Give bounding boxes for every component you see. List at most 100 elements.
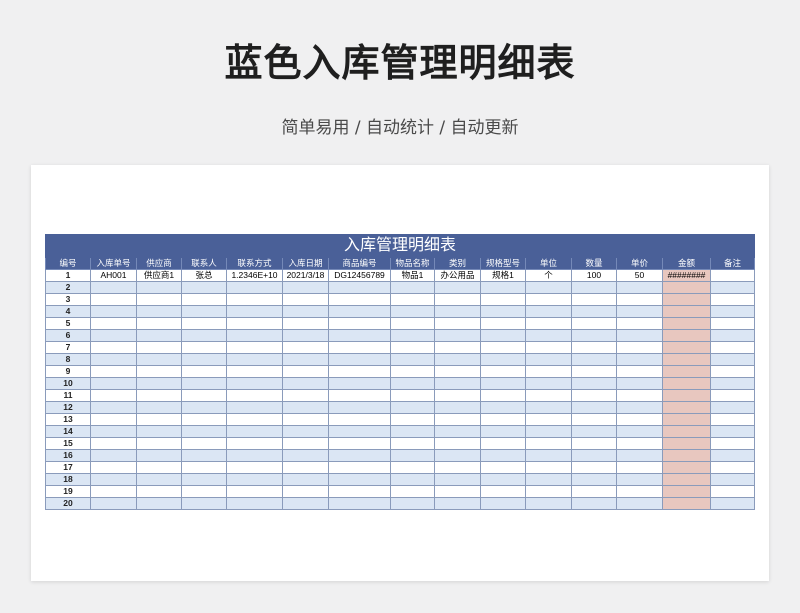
- table-cell[interactable]: [282, 281, 329, 294]
- table-cell[interactable]: [90, 437, 137, 450]
- table-cell[interactable]: [136, 389, 182, 402]
- table-cell[interactable]: [136, 401, 182, 414]
- row-number-cell[interactable]: 10: [45, 377, 91, 390]
- table-cell[interactable]: [136, 317, 182, 330]
- table-cell[interactable]: [181, 353, 227, 366]
- table-cell[interactable]: [434, 353, 481, 366]
- table-cell[interactable]: [226, 365, 283, 378]
- table-cell[interactable]: [525, 413, 572, 426]
- table-cell[interactable]: [390, 377, 435, 390]
- table-cell[interactable]: [226, 353, 283, 366]
- table-cell[interactable]: [282, 461, 329, 474]
- table-cell[interactable]: [226, 389, 283, 402]
- table-cell[interactable]: [616, 485, 663, 498]
- table-cell[interactable]: [525, 425, 572, 438]
- table-cell[interactable]: [226, 473, 283, 486]
- row-number-cell[interactable]: 18: [45, 473, 91, 486]
- table-cell[interactable]: [709, 425, 756, 438]
- table-cell[interactable]: [709, 305, 756, 318]
- table-cell[interactable]: [525, 353, 572, 366]
- table-cell[interactable]: [390, 425, 435, 438]
- table-cell[interactable]: [328, 329, 391, 342]
- table-cell[interactable]: [90, 341, 137, 354]
- table-cell[interactable]: [282, 365, 329, 378]
- table-cell[interactable]: [390, 353, 435, 366]
- table-cell[interactable]: [226, 293, 283, 306]
- table-cell[interactable]: [709, 401, 756, 414]
- table-cell[interactable]: [390, 497, 435, 510]
- table-cell[interactable]: [181, 329, 227, 342]
- table-cell[interactable]: [90, 329, 137, 342]
- row-number-cell[interactable]: 6: [45, 329, 91, 342]
- table-cell[interactable]: [390, 293, 435, 306]
- table-cell[interactable]: [328, 281, 391, 294]
- row-number-cell[interactable]: 4: [45, 305, 91, 318]
- table-cell[interactable]: [709, 293, 756, 306]
- table-cell[interactable]: [282, 305, 329, 318]
- table-cell[interactable]: [616, 425, 663, 438]
- table-cell[interactable]: [136, 413, 182, 426]
- table-cell[interactable]: DG12456789: [328, 269, 391, 282]
- table-cell[interactable]: [226, 305, 283, 318]
- amount-cell[interactable]: [662, 281, 711, 294]
- table-cell[interactable]: [390, 413, 435, 426]
- table-cell[interactable]: [282, 437, 329, 450]
- table-cell[interactable]: [328, 341, 391, 354]
- table-cell[interactable]: [480, 293, 526, 306]
- table-cell[interactable]: [282, 497, 329, 510]
- table-cell[interactable]: AH001: [90, 269, 137, 282]
- table-cell[interactable]: [480, 341, 526, 354]
- table-cell[interactable]: 50: [616, 269, 663, 282]
- table-cell[interactable]: [226, 497, 283, 510]
- table-cell[interactable]: [390, 281, 435, 294]
- table-cell[interactable]: [390, 461, 435, 474]
- amount-cell[interactable]: [662, 365, 711, 378]
- table-cell[interactable]: [282, 473, 329, 486]
- table-cell[interactable]: 办公用品: [434, 269, 481, 282]
- table-cell[interactable]: [328, 449, 391, 462]
- table-cell[interactable]: [90, 281, 137, 294]
- table-cell[interactable]: [90, 377, 137, 390]
- table-cell[interactable]: [181, 377, 227, 390]
- row-number-cell[interactable]: 14: [45, 425, 91, 438]
- table-cell[interactable]: 物品1: [390, 269, 435, 282]
- table-cell[interactable]: [709, 473, 756, 486]
- table-cell[interactable]: [136, 281, 182, 294]
- table-cell[interactable]: [571, 305, 617, 318]
- table-cell[interactable]: [282, 389, 329, 402]
- table-cell[interactable]: [525, 389, 572, 402]
- column-header[interactable]: 入库日期: [282, 257, 329, 270]
- table-cell[interactable]: [434, 461, 481, 474]
- table-cell[interactable]: [136, 305, 182, 318]
- table-cell[interactable]: [328, 353, 391, 366]
- table-cell[interactable]: [282, 425, 329, 438]
- amount-cell[interactable]: [662, 377, 711, 390]
- table-cell[interactable]: [328, 305, 391, 318]
- column-header[interactable]: 备注: [709, 257, 756, 270]
- table-cell[interactable]: [709, 317, 756, 330]
- table-cell[interactable]: [616, 449, 663, 462]
- column-header[interactable]: 编号: [45, 257, 91, 270]
- table-cell[interactable]: [181, 293, 227, 306]
- table-cell[interactable]: [525, 281, 572, 294]
- table-cell[interactable]: [390, 449, 435, 462]
- table-cell[interactable]: [616, 281, 663, 294]
- table-cell[interactable]: [525, 377, 572, 390]
- table-cell[interactable]: [616, 473, 663, 486]
- table-cell[interactable]: [328, 293, 391, 306]
- table-cell[interactable]: [181, 341, 227, 354]
- table-cell[interactable]: [136, 353, 182, 366]
- table-cell[interactable]: [616, 317, 663, 330]
- table-cell[interactable]: [571, 353, 617, 366]
- row-number-cell[interactable]: 9: [45, 365, 91, 378]
- table-cell[interactable]: [571, 377, 617, 390]
- table-cell[interactable]: [136, 341, 182, 354]
- table-cell[interactable]: [709, 353, 756, 366]
- table-cell[interactable]: [90, 413, 137, 426]
- row-number-cell[interactable]: 17: [45, 461, 91, 474]
- table-cell[interactable]: [282, 449, 329, 462]
- table-cell[interactable]: [709, 269, 756, 282]
- table-cell[interactable]: [571, 449, 617, 462]
- table-cell[interactable]: [434, 497, 481, 510]
- table-cell[interactable]: [181, 473, 227, 486]
